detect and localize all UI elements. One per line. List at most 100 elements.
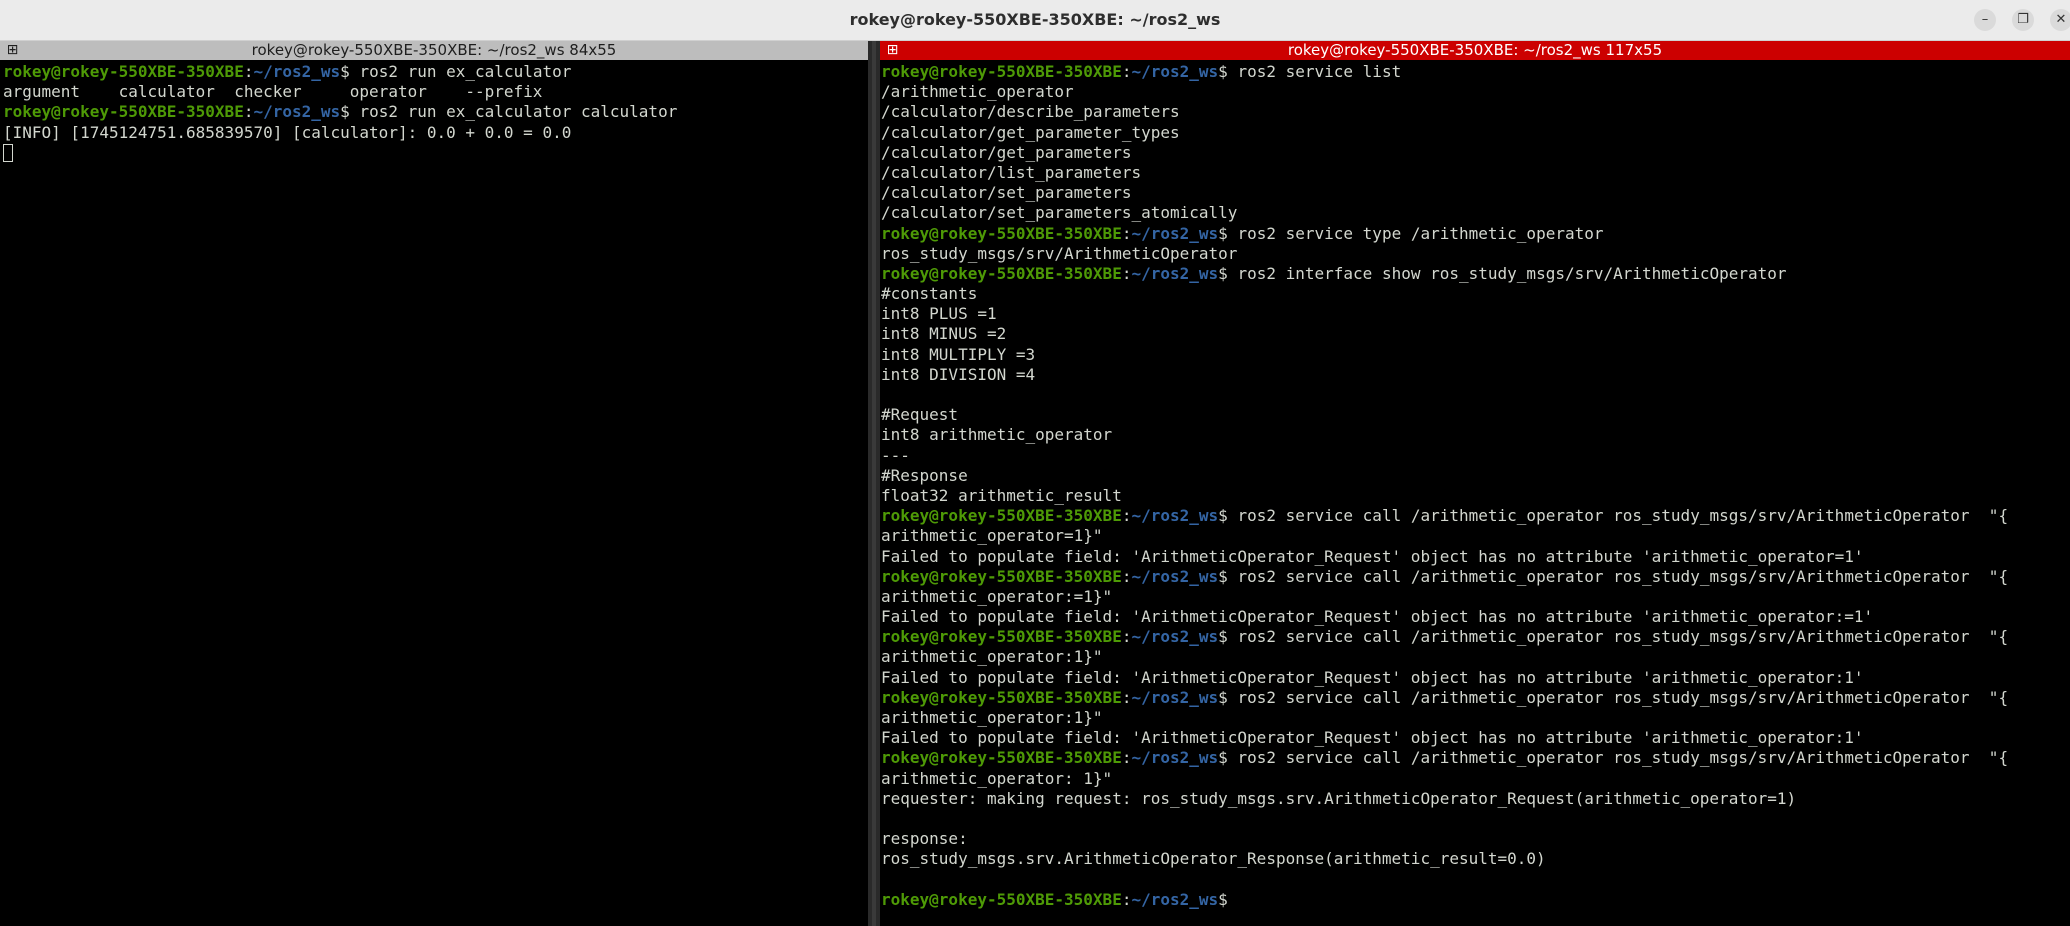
line-text: ros2 service call /arithmetic_operator r…	[1227, 506, 2009, 526]
close-button[interactable]: ✕	[2050, 9, 2070, 31]
line-text: /calculator/describe_parameters	[881, 102, 1180, 122]
prompt-path: ~/ros2_ws	[1131, 263, 1219, 283]
left-terminal-title[interactable]: rokey@rokey-550XBE-350XBE: ~/ros2_ws 84x…	[0, 41, 868, 60]
prompt-path: ~/ros2_ws	[253, 102, 341, 122]
terminal-line: /calculator/get_parameter_types	[881, 123, 2070, 143]
terminal-line: rokey@rokey-550XBE-350XBE:~/ros2_ws$ ros…	[881, 688, 2070, 708]
terminal-line: int8 DIVISION =4	[881, 365, 2070, 385]
text-cursor	[3, 144, 13, 163]
line-text: [INFO] [1745124751.685839570] [calculato…	[3, 122, 572, 142]
line-text: ros2 service type /arithmetic_operator	[1227, 223, 1604, 243]
terminal-line: ros_study_msgs/srv/ArithmeticOperator	[881, 244, 2070, 264]
terminal-line: rokey@rokey-550XBE-350XBE:~/ros2_ws$ ros…	[3, 62, 868, 82]
line-text: ros2 run ex_calculator calculator	[349, 102, 678, 122]
line-text: Failed to populate field: 'ArithmeticOpe…	[881, 546, 1864, 566]
terminal-line: /calculator/list_parameters	[881, 163, 2070, 183]
terminal-line: response:	[881, 829, 2070, 849]
line-text: /calculator/list_parameters	[881, 162, 1142, 182]
terminal-line: ---	[881, 446, 2070, 466]
terminal-line: rokey@rokey-550XBE-350XBE:~/ros2_ws$ ros…	[3, 102, 868, 122]
prompt-path: ~/ros2_ws	[1131, 223, 1219, 243]
split-layout-icon[interactable]: ⊞	[884, 42, 901, 59]
terminal-window: rokey@rokey-550XBE-350XBE: ~/ros2_ws – ❐…	[0, 0, 2070, 926]
prompt-user: rokey@rokey-550XBE-350XBE	[881, 506, 1122, 526]
split-layout-icon[interactable]: ⊞	[4, 42, 21, 59]
right-terminal-pane[interactable]: rokey@rokey-550XBE-350XBE: ~/ros2_ws 117…	[880, 41, 2070, 926]
prompt-user: rokey@rokey-550XBE-350XBE	[3, 102, 244, 122]
line-text: ros2 service call /arithmetic_operator r…	[1227, 748, 2009, 768]
line-text: Failed to populate field: 'ArithmeticOpe…	[881, 728, 1864, 748]
line-text: arithmetic_operator:1}"	[881, 708, 1103, 727]
line-text: /calculator/get_parameter_types	[881, 122, 1180, 142]
prompt-sign: $	[1218, 506, 1228, 526]
terminal-line: #constants	[881, 284, 2070, 304]
prompt-path: ~/ros2_ws	[1131, 566, 1219, 586]
terminal-line: #Request	[881, 405, 2070, 425]
terminal-line: argument calculator checker operator --p…	[3, 82, 868, 102]
line-text: Failed to populate field: 'ArithmeticOpe…	[881, 667, 1864, 687]
terminal-line: #Response	[881, 466, 2070, 486]
line-text: #Request	[881, 405, 959, 425]
terminal-line: arithmetic_operator:1}"	[881, 647, 2070, 667]
line-text: Failed to populate field: 'ArithmeticOpe…	[881, 607, 1874, 627]
prompt-sign: $	[340, 62, 350, 81]
line-text: ros_study_msgs/srv/ArithmeticOperator	[881, 243, 1238, 263]
prompt-path: ~/ros2_ws	[1131, 506, 1219, 526]
terminal-line: arithmetic_operator:=1}"	[881, 587, 2070, 607]
terminal-line: rokey@rokey-550XBE-350XBE:~/ros2_ws$ ros…	[881, 627, 2070, 647]
line-text: response:	[881, 829, 968, 849]
line-text: arithmetic_operator:1}"	[881, 647, 1103, 667]
line-text: int8 PLUS =1	[881, 304, 997, 324]
window-titlebar[interactable]: rokey@rokey-550XBE-350XBE: ~/ros2_ws – ❐…	[0, 0, 2070, 41]
terminal-line: Failed to populate field: 'ArithmeticOpe…	[881, 668, 2070, 688]
minimize-button[interactable]: –	[1974, 9, 1996, 31]
line-text: ros2 run ex_calculator	[349, 62, 572, 81]
prompt-sign: $	[1218, 263, 1228, 283]
prompt-path: ~/ros2_ws	[1131, 687, 1219, 707]
line-text: int8 MINUS =2	[881, 324, 1007, 344]
terminal-line: Failed to populate field: 'ArithmeticOpe…	[881, 728, 2070, 748]
terminal-line: rokey@rokey-550XBE-350XBE:~/ros2_ws$ ros…	[881, 264, 2070, 284]
prompt-sign: $	[1218, 627, 1228, 647]
line-text: argument calculator checker operator --p…	[3, 82, 543, 102]
right-terminal-title[interactable]: rokey@rokey-550XBE-350XBE: ~/ros2_ws 117…	[880, 41, 2070, 60]
terminal-line: [INFO] [1745124751.685839570] [calculato…	[3, 123, 868, 143]
terminal-line: int8 arithmetic_operator	[881, 425, 2070, 445]
terminal-line: requester: making request: ros_study_msg…	[881, 789, 2070, 809]
prompt-path: ~/ros2_ws	[253, 62, 341, 81]
prompt-sign: $	[1218, 566, 1228, 586]
line-text: float32 arithmetic_result	[881, 485, 1122, 505]
terminal-line: /arithmetic_operator	[881, 82, 2070, 102]
prompt-user: rokey@rokey-550XBE-350XBE	[881, 223, 1122, 243]
prompt-user: rokey@rokey-550XBE-350XBE	[3, 62, 244, 81]
terminal-line: arithmetic_operator=1}"	[881, 526, 2070, 546]
line-text: ros2 service call /arithmetic_operator r…	[1227, 687, 2009, 707]
terminal-line: arithmetic_operator: 1}"	[881, 769, 2070, 789]
line-text: ---	[881, 445, 910, 465]
terminal-line: int8 MULTIPLY =3	[881, 345, 2070, 365]
divider-grip[interactable]	[872, 41, 876, 926]
line-text: requester: making request: ros_study_msg…	[881, 788, 1797, 808]
left-terminal-output[interactable]: rokey@rokey-550XBE-350XBE:~/ros2_ws$ ros…	[3, 62, 868, 926]
right-terminal-output[interactable]: rokey@rokey-550XBE-350XBE:~/ros2_ws$ ros…	[881, 62, 2070, 926]
maximize-button[interactable]: ❐	[2012, 9, 2034, 31]
left-terminal-pane[interactable]: rokey@rokey-550XBE-350XBE: ~/ros2_ws 84x…	[0, 41, 868, 926]
prompt-user: rokey@rokey-550XBE-350XBE	[881, 889, 1122, 909]
prompt-sign: $	[1218, 889, 1228, 909]
pane-divider[interactable]	[868, 41, 880, 926]
terminal-line: ros_study_msgs.srv.ArithmeticOperator_Re…	[881, 849, 2070, 869]
prompt-user: rokey@rokey-550XBE-350XBE	[881, 687, 1122, 707]
prompt-user: rokey@rokey-550XBE-350XBE	[881, 627, 1122, 647]
terminal-line: rokey@rokey-550XBE-350XBE:~/ros2_ws$ ros…	[881, 62, 2070, 82]
line-text: #constants	[881, 284, 978, 304]
line-text: ros2 service call /arithmetic_operator r…	[1227, 627, 2009, 647]
prompt-path: ~/ros2_ws	[1131, 62, 1219, 81]
terminal-line: rokey@rokey-550XBE-350XBE:~/ros2_ws$ ros…	[881, 506, 2070, 526]
line-text: /calculator/set_parameters_atomically	[881, 203, 1238, 223]
window-title: rokey@rokey-550XBE-350XBE: ~/ros2_ws	[849, 10, 1221, 29]
line-text: int8 DIVISION =4	[881, 364, 1036, 384]
line-text: arithmetic_operator: 1}"	[881, 768, 1113, 788]
line-text: int8 arithmetic_operator	[881, 425, 1113, 445]
terminal-line: rokey@rokey-550XBE-350XBE:~/ros2_ws$ ros…	[881, 224, 2070, 244]
